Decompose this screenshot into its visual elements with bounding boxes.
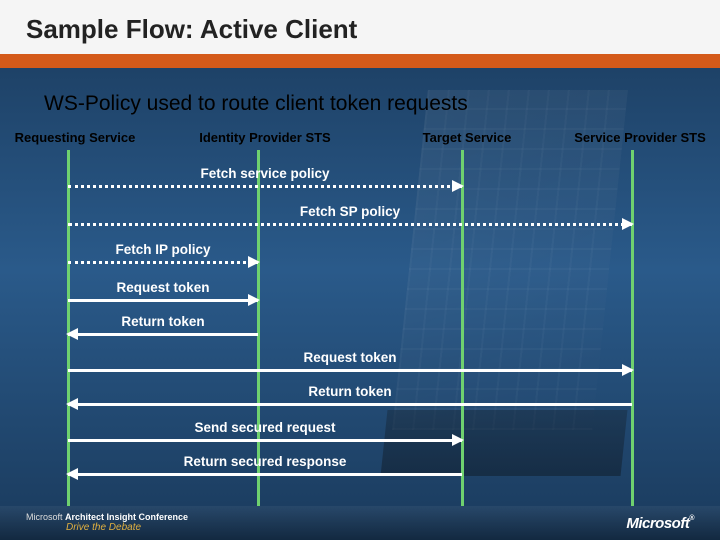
- microsoft-logo-registered: ®: [689, 515, 694, 522]
- arrow-head-icon: [248, 294, 260, 306]
- message-line: [68, 185, 462, 188]
- message-line: [68, 333, 258, 336]
- conference-brand-prefix: Microsoft: [26, 512, 65, 522]
- arrow-head-icon: [622, 364, 634, 376]
- message-line: [68, 439, 462, 442]
- message-line: [68, 403, 632, 406]
- participant-label: Target Service: [412, 130, 522, 145]
- conference-tagline: Drive the Debate: [66, 522, 188, 533]
- message-label: Fetch SP policy: [68, 204, 632, 219]
- arrow-head-icon: [66, 328, 78, 340]
- message-label: Return token: [68, 314, 258, 329]
- message-label: Fetch IP policy: [68, 242, 258, 257]
- message-label: Send secured request: [68, 420, 462, 435]
- microsoft-logo-text: Microsoft: [626, 515, 689, 532]
- message-line: [68, 369, 632, 372]
- message-label: Return secured response: [68, 454, 462, 469]
- message-row: Request token: [0, 290, 720, 308]
- arrow-head-icon: [66, 398, 78, 410]
- participant-label: Service Provider STS: [565, 130, 715, 145]
- footer-bar: Microsoft Architect Insight Conference D…: [0, 506, 720, 540]
- arrow-head-icon: [622, 218, 634, 230]
- message-row: Return token: [0, 394, 720, 412]
- slide-subtitle: WS-Policy used to route client token req…: [44, 92, 468, 116]
- message-row: Return token: [0, 324, 720, 342]
- title-bar: Sample Flow: Active Client: [0, 0, 720, 68]
- conference-name: Microsoft Architect Insight Conference: [26, 513, 188, 523]
- message-row: Send secured request: [0, 430, 720, 448]
- arrow-head-icon: [452, 434, 464, 446]
- message-line: [68, 261, 258, 264]
- slide-title: Sample Flow: Active Client: [26, 14, 720, 45]
- slide-root: Sample Flow: Active Client WS-Policy use…: [0, 0, 720, 540]
- participant-header-row: Requesting Service Identity Provider STS T…: [0, 130, 720, 150]
- participant-label: Identity Provider STS: [190, 130, 340, 145]
- message-label: Return token: [68, 384, 632, 399]
- message-label: Request token: [68, 280, 258, 295]
- message-line: [68, 223, 632, 226]
- message-label: Fetch service policy: [68, 166, 462, 181]
- message-line: [68, 473, 462, 476]
- arrow-head-icon: [248, 256, 260, 268]
- message-row: Fetch service policy: [0, 176, 720, 194]
- conference-logo: Microsoft Architect Insight Conference D…: [26, 513, 188, 534]
- message-label: Request token: [68, 350, 632, 365]
- participant-label: Requesting Service: [10, 130, 140, 145]
- microsoft-logo: Microsoft®: [626, 515, 694, 532]
- message-line: [68, 299, 258, 302]
- message-row: Fetch SP policy: [0, 214, 720, 232]
- arrow-head-icon: [66, 468, 78, 480]
- message-row: Request token: [0, 360, 720, 378]
- message-row: Return secured response: [0, 464, 720, 482]
- arrow-head-icon: [452, 180, 464, 192]
- conference-brand-main: Architect Insight Conference: [65, 512, 188, 522]
- message-row: Fetch IP policy: [0, 252, 720, 270]
